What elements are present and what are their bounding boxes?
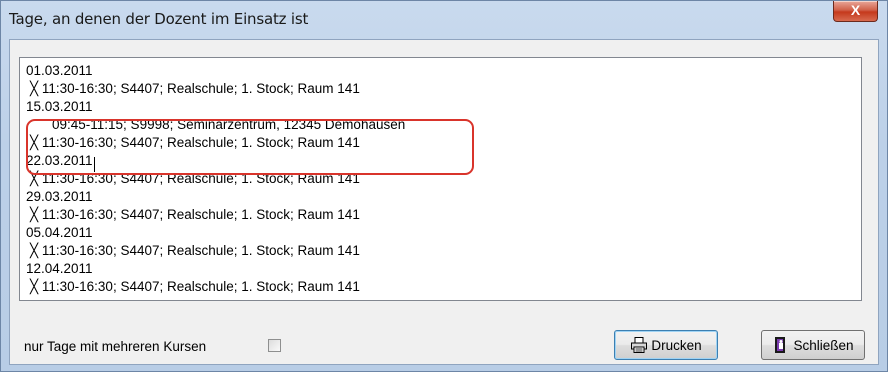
dialog-client-area: 01.03.2011 ╳ 11:30-16:30; S4407; Realschu… xyxy=(9,39,879,365)
close-dialog-button[interactable]: Schließen xyxy=(761,330,865,360)
multi-course-filter-checkbox[interactable] xyxy=(268,339,281,352)
close-icon: X xyxy=(850,2,861,18)
print-button[interactable]: Drucken xyxy=(614,330,718,360)
dialog-window: Tage, an denen der Dozent im Einsatz ist… xyxy=(0,0,888,372)
multi-course-filter-label: nur Tage mit mehreren Kursen xyxy=(24,339,207,354)
text-caret xyxy=(94,157,95,172)
days-listbox[interactable]: 01.03.2011 ╳ 11:30-16:30; S4407; Realschu… xyxy=(19,57,862,301)
list-date-item[interactable]: 15.03.2011 xyxy=(20,98,405,116)
window-close-button[interactable]: X xyxy=(833,1,878,22)
window-title: Tage, an denen der Dozent im Einsatz ist xyxy=(9,10,309,28)
list-date-item[interactable]: 29.03.2011 xyxy=(20,188,405,206)
list-date-item[interactable]: 05.04.2011 xyxy=(20,224,405,242)
title-bar: Tage, an denen der Dozent im Einsatz ist… xyxy=(1,1,887,33)
list-course-item[interactable]: ╳ 11:30-16:30; S4407; Realschule; 1. Sto… xyxy=(20,242,405,260)
list-course-item[interactable]: ╳ 11:30-16:30; S4407; Realschule; 1. Sto… xyxy=(20,278,405,296)
list-course-item[interactable]: ╳ 11:30-16:30; S4407; Realschule; 1. Sto… xyxy=(20,206,405,224)
days-list: 01.03.2011 ╳ 11:30-16:30; S4407; Realschu… xyxy=(20,62,405,296)
exit-door-icon xyxy=(775,337,786,353)
list-date-item[interactable]: 01.03.2011 xyxy=(20,62,405,80)
printer-icon xyxy=(631,337,648,353)
close-dialog-button-label: Schließen xyxy=(793,337,854,353)
list-date-item[interactable]: 12.04.2011 xyxy=(20,260,405,278)
print-button-label: Drucken xyxy=(651,337,702,353)
list-course-item[interactable]: ╳ 11:30-16:30; S4407; Realschule; 1. Sto… xyxy=(20,80,405,98)
